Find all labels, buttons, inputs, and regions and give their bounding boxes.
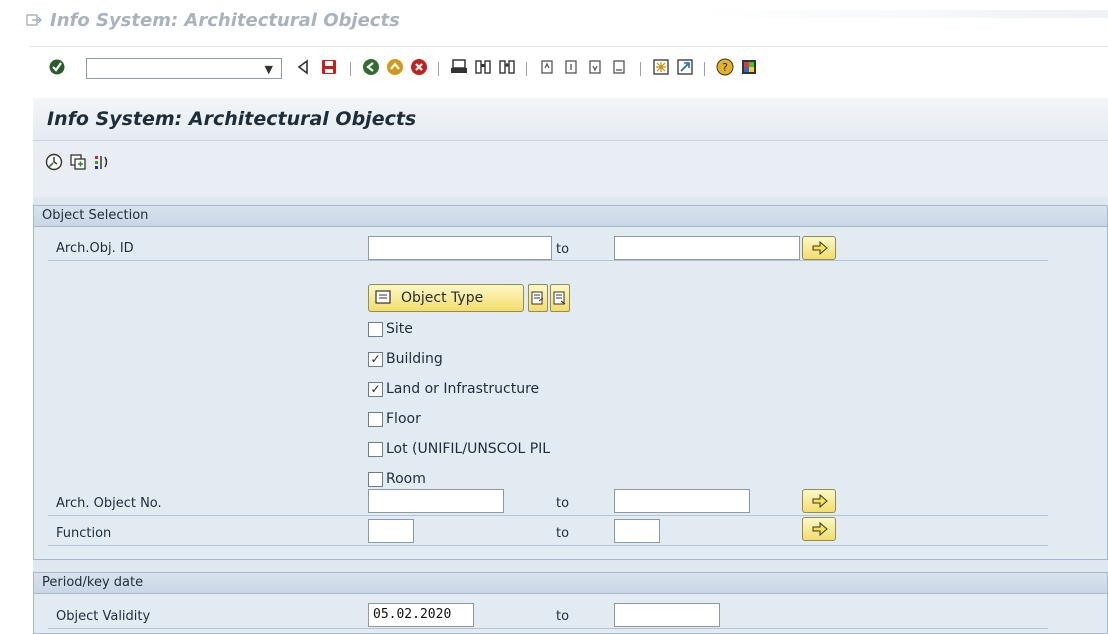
toolbar-separator: [350, 62, 351, 76]
group-header: Object Selection: [34, 206, 1107, 227]
page-header: Info System: Architectural Objects: [33, 98, 1108, 141]
checkbox-box[interactable]: [368, 442, 383, 457]
checkbox-box[interactable]: [368, 412, 383, 427]
next-page-icon[interactable]: [586, 58, 604, 76]
checkbox-box-checked[interactable]: ✓: [368, 352, 383, 367]
previous-page-icon[interactable]: [562, 58, 580, 76]
find-icon[interactable]: [474, 58, 492, 76]
title-fade: [700, 10, 1108, 18]
checkbox-label: Room: [386, 471, 426, 487]
find-next-icon[interactable]: [498, 58, 516, 76]
create-session-icon[interactable]: [652, 58, 670, 76]
content-area: Info System: Architectural Objects Objec…: [33, 98, 1108, 634]
checkbox-box[interactable]: [368, 472, 383, 487]
select-all-icon: [531, 291, 544, 305]
checkbox-label: Site: [386, 321, 413, 337]
checkbox-box[interactable]: [368, 322, 383, 337]
checkbox-label: Building: [386, 351, 443, 367]
to-label: to: [556, 496, 570, 511]
get-variant-icon[interactable]: [69, 153, 87, 171]
function-from-input[interactable]: [368, 519, 414, 543]
title-divider: [30, 46, 1108, 47]
group-title: Period/key date: [42, 575, 144, 590]
chevron-down-icon[interactable]: ▼: [265, 63, 273, 76]
object-type-button[interactable]: Object Type: [368, 284, 524, 312]
multiple-selection-button[interactable]: [802, 489, 836, 513]
application-toolbar: [33, 141, 1108, 197]
back-triangle-icon[interactable]: [294, 58, 312, 76]
menu-icon[interactable]: [26, 12, 42, 28]
svg-text:?: ?: [722, 61, 728, 74]
object-validity-label: Object Validity: [56, 609, 151, 624]
window-title: Info System: Architectural Objects: [50, 10, 400, 31]
print-icon[interactable]: [450, 58, 468, 76]
shortcut-icon[interactable]: [676, 58, 694, 76]
to-label: to: [556, 242, 570, 257]
back-icon[interactable]: [362, 58, 380, 76]
object-validity-to-input[interactable]: [614, 603, 720, 627]
arch-object-no-label: Arch. Object No.: [56, 496, 162, 511]
cancel-icon[interactable]: [410, 58, 428, 76]
row-separator: [48, 628, 1048, 629]
arch-object-no-to-input[interactable]: [614, 489, 750, 513]
last-page-icon[interactable]: [610, 58, 628, 76]
select-all-button[interactable]: [528, 284, 548, 312]
to-label: to: [556, 609, 570, 624]
checkbox-box-checked[interactable]: ✓: [368, 382, 383, 397]
enter-check-icon[interactable]: [48, 58, 66, 76]
exit-icon[interactable]: [386, 58, 404, 76]
arrow-right-icon: [812, 241, 828, 255]
to-label: to: [556, 526, 570, 541]
toolbar-separator: [640, 62, 641, 76]
arch-obj-id-to-input[interactable]: [614, 236, 800, 260]
period-key-date-group: Period/key date Object Validity 05.02.20…: [33, 572, 1108, 634]
row-separator: [48, 260, 1048, 261]
command-field[interactable]: ▼: [86, 58, 282, 79]
customize-icon[interactable]: [740, 58, 758, 76]
toolbar-separator: [526, 62, 527, 76]
selection-options-icon[interactable]: [93, 153, 111, 171]
toolbar-separator: [438, 62, 439, 76]
arrow-right-icon: [812, 494, 828, 508]
toolbar-separator: [704, 62, 705, 76]
group-header: Period/key date: [34, 573, 1107, 594]
row-separator: [48, 545, 1048, 546]
execute-icon[interactable]: [45, 153, 63, 171]
checkbox-label: Floor: [386, 411, 421, 427]
arch-obj-id-label: Arch.Obj. ID: [56, 241, 134, 256]
title-bar: Info System: Architectural Objects: [0, 0, 1108, 44]
checkbox-label: Lot (UNIFIL/UNSCOL PIL: [386, 441, 551, 457]
save-icon[interactable]: [320, 58, 338, 76]
system-toolbar: ▼ ?: [0, 50, 1108, 90]
deselect-all-icon: [553, 291, 566, 305]
object-validity-from-input[interactable]: 05.02.2020: [368, 603, 474, 627]
deselect-all-button[interactable]: [550, 284, 570, 312]
object-type-label: Object Type: [401, 290, 484, 306]
arrow-right-icon: [812, 522, 828, 536]
row-separator: [48, 515, 1048, 516]
help-icon[interactable]: ?: [716, 58, 734, 76]
function-label: Function: [56, 526, 112, 541]
checkbox-label: Land or Infrastructure: [386, 381, 540, 397]
arch-object-no-from-input[interactable]: [368, 489, 504, 513]
first-page-icon[interactable]: [538, 58, 556, 76]
object-selection-group: Object Selection Arch.Obj. ID to Object …: [33, 205, 1108, 560]
group-title: Object Selection: [42, 208, 149, 223]
function-to-input[interactable]: [614, 519, 660, 543]
arch-obj-id-from-input[interactable]: [368, 236, 552, 260]
folder-icon: [375, 290, 391, 304]
multiple-selection-button[interactable]: [802, 236, 836, 260]
page-title: Info System: Architectural Objects: [47, 108, 417, 130]
multiple-selection-button[interactable]: [802, 517, 836, 541]
